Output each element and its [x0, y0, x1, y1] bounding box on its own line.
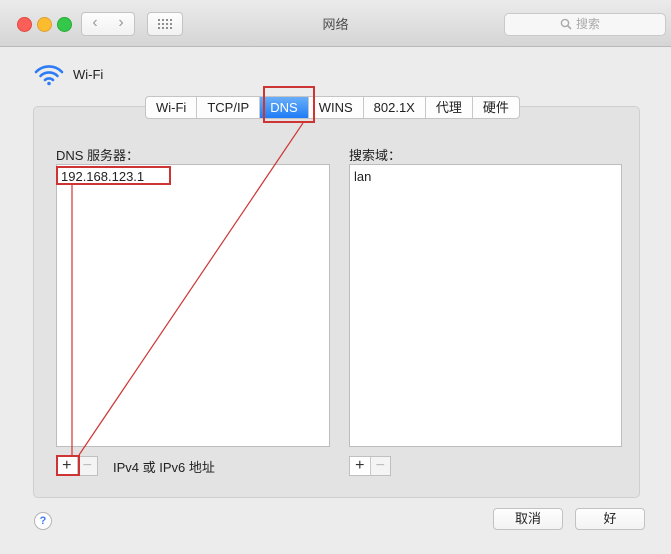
network-preferences-window: ‹ › 网络 搜索 Wi-Fi Wi-Fi TCP/IP DNS WINS 80…	[0, 0, 671, 554]
annotation-line-tab	[78, 122, 304, 456]
annotation-lines	[71, 122, 304, 456]
